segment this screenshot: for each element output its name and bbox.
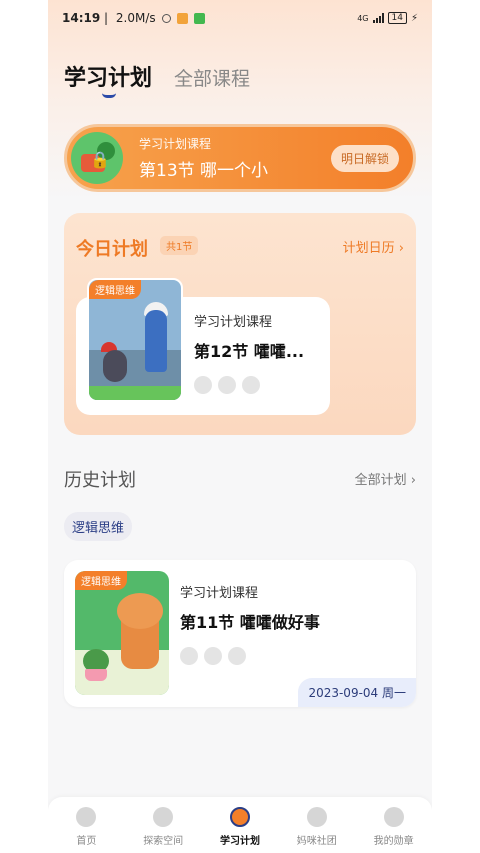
nav-explore[interactable]: 探索空间 xyxy=(125,797,202,853)
next-lesson-banner[interactable]: 🔒 学习计划课程 第13节 哪一个小 明日解锁 xyxy=(64,124,416,192)
plan-calendar-label: 计划日历 xyxy=(342,241,395,256)
today-lesson-cover[interactable]: 逻辑思维 xyxy=(87,278,183,402)
category-tag: 逻辑思维 xyxy=(89,280,141,299)
lesson-count-badge: 共1节 xyxy=(160,236,199,255)
cover-grass xyxy=(89,385,181,400)
signal-type: 4G xyxy=(357,13,369,23)
bulb-icon xyxy=(204,647,222,665)
nav-label: 妈咪社团 xyxy=(296,836,337,847)
planet-icon xyxy=(153,807,174,827)
robot-icon xyxy=(229,807,250,827)
status-right: 4G 14 ⚡ xyxy=(357,12,418,24)
banner-subtitle: 学习计划课程 xyxy=(139,137,212,151)
nav-study-plan[interactable]: 学习计划 xyxy=(202,797,279,853)
nav-label: 首页 xyxy=(76,836,97,847)
status-time: 14:19 xyxy=(62,11,101,25)
notification-icon xyxy=(176,12,188,24)
today-lesson-title: 第12节 嚯嚯... xyxy=(194,342,305,361)
network-speed: 2.0M/s xyxy=(115,11,156,25)
tab-study-plan-label: 学习计划 xyxy=(64,66,153,91)
battery-icon: 14 xyxy=(387,12,407,24)
chevron-right-icon: › xyxy=(410,473,416,488)
nav-label: 探索空间 xyxy=(143,836,184,847)
banner-thumbnail: 🔒 xyxy=(71,132,123,184)
bottom-nav: 首页 探索空间 学习计划 妈咪社团 我的勋章 xyxy=(48,797,432,853)
signal-icon xyxy=(372,13,384,23)
nav-medals[interactable]: 我的勋章 xyxy=(355,797,432,853)
all-plans-link[interactable]: 全部计划 › xyxy=(355,469,416,488)
history-lesson-text: 学习计划课程 第11节 嚯嚯做好事 xyxy=(180,582,320,665)
unlock-tomorrow-button[interactable]: 明日解锁 xyxy=(330,144,399,172)
banner-texts: 学习计划课程 第13节 哪一个小 xyxy=(139,135,268,181)
mute-icon xyxy=(161,13,171,23)
nav-community[interactable]: 妈咪社团 xyxy=(278,797,355,853)
bulb-icon xyxy=(228,647,246,665)
lock-icon: 🔒 xyxy=(90,150,110,169)
app-screen: 14:19 | 2.0M/s 4G 14 ⚡ 学习计划 全部课程 🔒 学习计划课… xyxy=(48,0,432,853)
top-tabs: 学习计划 全部课程 xyxy=(64,60,250,98)
category-filter-chip[interactable]: 逻辑思维 xyxy=(64,512,133,541)
status-divider: | xyxy=(100,11,112,25)
app-notification-icon xyxy=(193,12,205,24)
chevron-right-icon: › xyxy=(398,241,404,256)
history-lesson-subtitle: 学习计划课程 xyxy=(180,586,259,601)
home-icon xyxy=(76,807,97,827)
lesson-date: 2023-09-04 周一 xyxy=(298,678,416,707)
today-plan-title: 今日计划 xyxy=(76,239,148,260)
charging-icon: ⚡ xyxy=(410,12,418,24)
history-lesson-title: 第11节 嚯嚯做好事 xyxy=(180,613,320,632)
progress-bulbs xyxy=(194,376,304,394)
tab-study-plan[interactable]: 学习计划 xyxy=(64,60,153,98)
tab-all-courses[interactable]: 全部课程 xyxy=(174,64,250,92)
history-plan-title: 历史计划 xyxy=(64,470,136,491)
history-lesson-cover[interactable]: 逻辑思维 xyxy=(75,571,169,695)
banner-title: 第13节 哪一个小 xyxy=(139,161,269,181)
bear-head xyxy=(117,593,163,629)
police-figure xyxy=(145,310,167,372)
bulb-icon xyxy=(194,376,212,394)
all-plans-label: 全部计划 xyxy=(354,473,407,488)
bulb-icon xyxy=(242,376,260,394)
medal-icon xyxy=(383,807,404,827)
status-bar: 14:19 | 2.0M/s 4G 14 ⚡ xyxy=(48,0,432,36)
nav-label: 我的勋章 xyxy=(373,836,414,847)
today-lesson-text: 学习计划课程 第12节 嚯嚯... xyxy=(194,311,304,394)
progress-bulbs xyxy=(180,647,320,665)
nav-home[interactable]: 首页 xyxy=(48,797,125,853)
bulb-icon xyxy=(180,647,198,665)
bulb-icon xyxy=(218,376,236,394)
cover-pot xyxy=(85,669,107,681)
nav-label: 学习计划 xyxy=(219,836,260,847)
today-lesson-subtitle: 学习计划课程 xyxy=(194,315,273,330)
plan-calendar-link[interactable]: 计划日历 › xyxy=(343,237,404,256)
tab-active-indicator xyxy=(102,93,116,98)
bear-face-icon xyxy=(306,807,327,827)
bird-figure xyxy=(103,350,127,382)
category-tag: 逻辑思维 xyxy=(75,571,127,590)
